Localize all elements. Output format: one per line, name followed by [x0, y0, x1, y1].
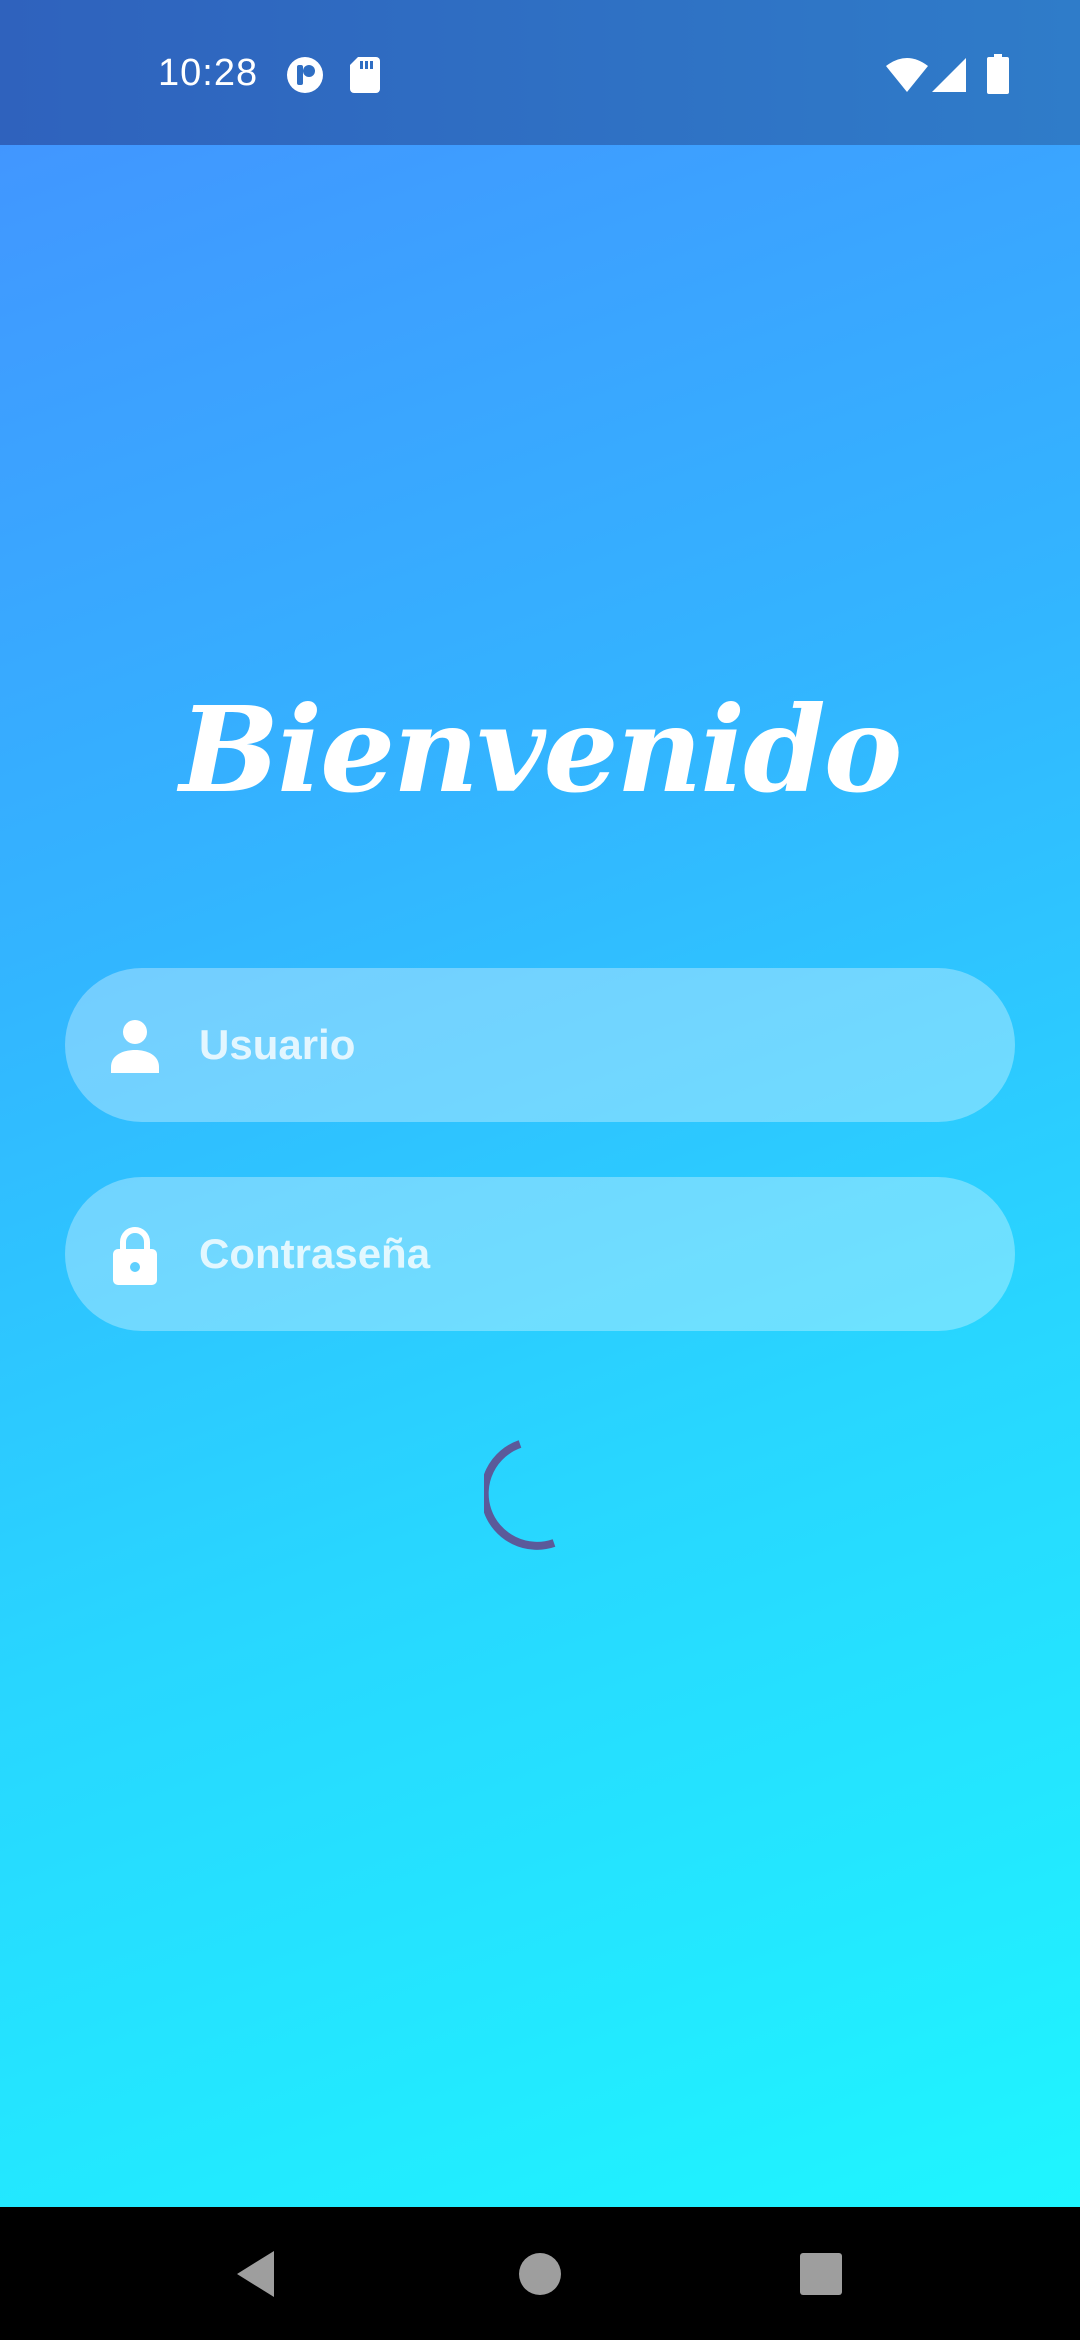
status-bar: 10:28 — [0, 0, 1080, 145]
username-input[interactable] — [199, 968, 959, 1122]
app-notification-icon — [287, 57, 323, 93]
cell-signal-icon — [932, 58, 966, 92]
password-field[interactable] — [65, 1177, 1015, 1331]
loading-spinner — [484, 1440, 556, 1550]
sd-card-icon — [350, 57, 380, 93]
battery-icon — [987, 54, 1009, 94]
home-icon[interactable] — [495, 2229, 585, 2319]
status-time: 10:28 — [158, 52, 259, 94]
back-icon[interactable] — [212, 2229, 302, 2319]
person-icon — [111, 1020, 159, 1073]
password-input[interactable] — [199, 1177, 959, 1331]
lock-icon — [113, 1227, 157, 1285]
username-field[interactable] — [65, 968, 1015, 1122]
recents-icon[interactable] — [776, 2229, 866, 2319]
wifi-icon — [886, 58, 928, 92]
navigation-bar — [0, 2207, 1080, 2340]
welcome-title: Bienvenido — [179, 680, 903, 819]
